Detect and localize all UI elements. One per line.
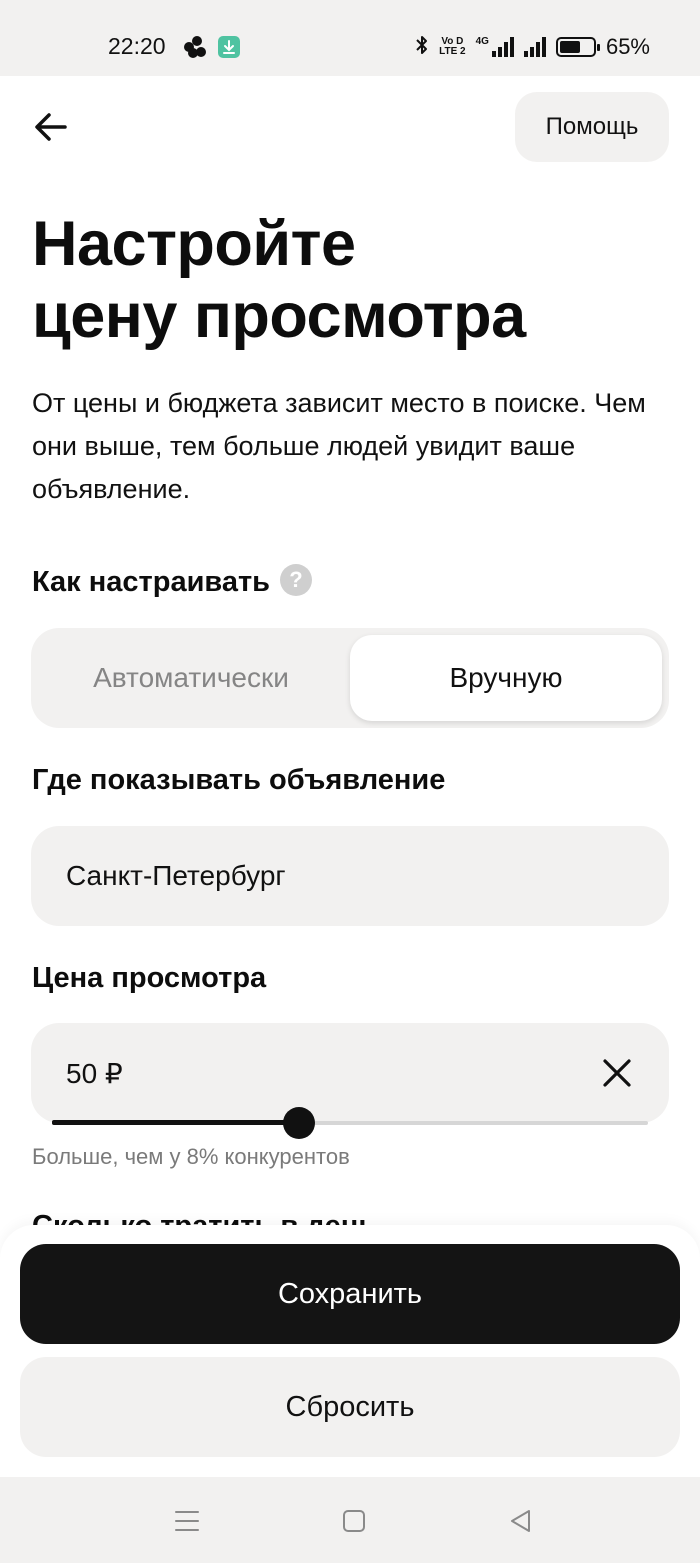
system-nav-bar: [0, 1477, 700, 1563]
price-label: Цена просмотра: [32, 962, 267, 994]
title-line-2: цену просмотра: [32, 281, 526, 351]
page-title: Настройте цену просмотра: [32, 208, 672, 352]
back-triangle-icon[interactable]: [501, 1501, 541, 1541]
location-value: Санкт-Петербург: [66, 860, 286, 891]
battery-percent: 65%: [605, 34, 650, 59]
price-slider[interactable]: [52, 1106, 648, 1140]
clear-price-button[interactable]: [599, 1055, 635, 1091]
signal-icon: [523, 37, 546, 57]
signal-4g-icon: 4G: [476, 37, 514, 57]
close-icon: [603, 1059, 631, 1087]
location-label: Где показывать объявление: [32, 764, 446, 796]
network-label: 4G: [475, 36, 489, 47]
location-field[interactable]: Санкт-Петербург: [31, 826, 669, 926]
save-button[interactable]: Сохранить: [20, 1244, 680, 1344]
home-square-icon[interactable]: [334, 1501, 374, 1541]
menu-icon[interactable]: [167, 1501, 207, 1541]
reset-button[interactable]: Сбросить: [20, 1357, 680, 1457]
slider-thumb[interactable]: [283, 1107, 315, 1139]
status-bar: 22:20 Vo D LTE 2 4G 65%: [0, 0, 700, 76]
volte-bottom-label: LTE 2: [439, 46, 466, 57]
status-right-group: Vo D LTE 2 4G 65%: [415, 32, 650, 62]
app-dots-icon: [184, 36, 208, 58]
battery-fill: [559, 41, 580, 53]
title-line-1: Настройте: [32, 209, 356, 279]
arrow-left-icon: [35, 113, 67, 141]
status-time: 22:20: [108, 33, 166, 59]
setup-mode-manual[interactable]: Вручную: [350, 635, 662, 721]
volte-icon: Vo D LTE 2: [439, 37, 465, 57]
question-icon[interactable]: ?: [280, 564, 313, 597]
setup-mode-automatic[interactable]: Автоматически: [31, 628, 351, 728]
slider-fill: [52, 1120, 299, 1125]
price-hint: Больше, чем у 8% конкурентов: [32, 1144, 350, 1169]
setup-mode-label: Как настраивать?: [32, 564, 313, 599]
download-icon: [218, 36, 240, 58]
bluetooth-icon: [415, 34, 429, 61]
help-button[interactable]: Помощь: [515, 92, 669, 162]
setup-mode-switch: Автоматически Вручную: [31, 628, 669, 728]
battery-icon: [555, 37, 600, 57]
setup-mode-label-text: Как настраивать: [32, 566, 271, 598]
back-button[interactable]: [28, 104, 74, 150]
page-subtitle: От цены и бюджета зависит место в поиске…: [32, 388, 646, 504]
